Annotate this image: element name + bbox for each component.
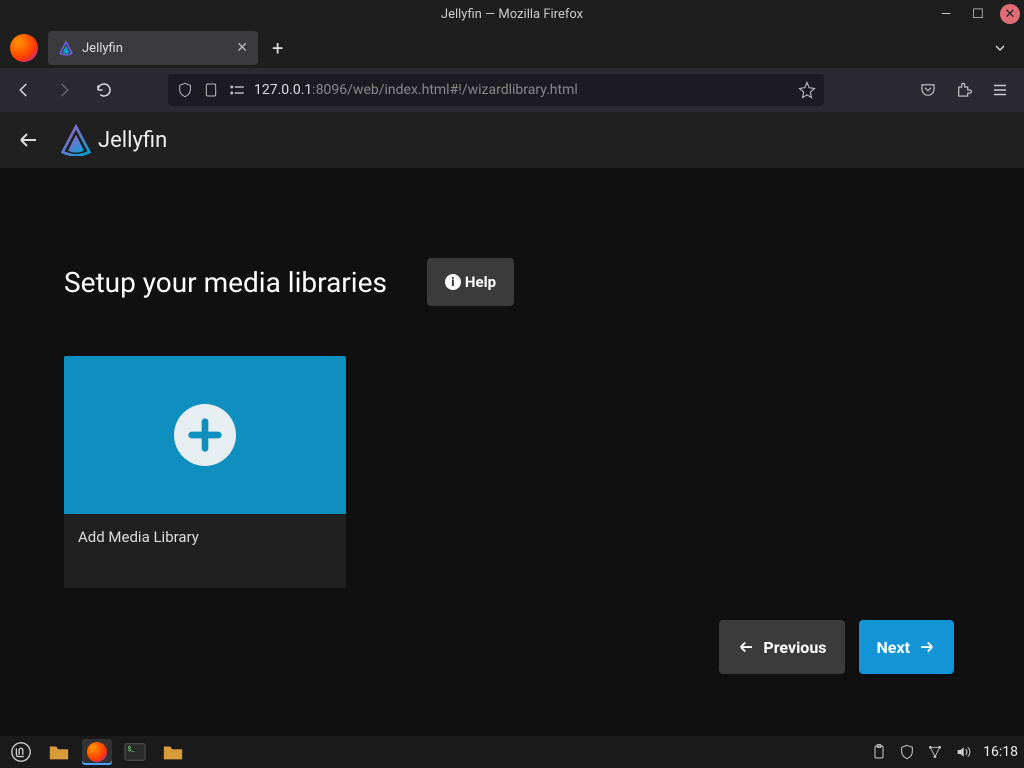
hamburger-icon (991, 81, 1009, 99)
nav-forward-button[interactable] (48, 74, 80, 106)
all-tabs-button[interactable] (992, 40, 1018, 56)
url-host: 127.0.0.1 (254, 82, 312, 98)
card-label: Add Media Library (64, 514, 346, 588)
info-icon: i (445, 274, 461, 290)
app-brand-text: Jellyfin (98, 128, 167, 153)
window-title: Jellyfin — Mozilla Firefox (441, 7, 583, 22)
system-taskbar: $_ 16:18 (0, 736, 1024, 768)
nav-back-button[interactable] (8, 74, 40, 106)
extensions-button[interactable] (948, 74, 980, 106)
previous-label: Previous (763, 638, 826, 657)
app-brand: Jellyfin (60, 124, 167, 156)
window-titlebar: Jellyfin — Mozilla Firefox — ☐ ✕ (0, 0, 1024, 28)
reload-icon (95, 81, 113, 99)
chevron-down-icon (992, 40, 1008, 56)
card-image-area (64, 356, 346, 514)
browser-toolbar: 127.0.0.1:8096/web/index.html#!/wizardli… (0, 68, 1024, 112)
taskbar-filemanager-button[interactable] (158, 739, 188, 765)
url-text: 127.0.0.1:8096/web/index.html#!/wizardli… (254, 82, 790, 98)
pocket-icon (919, 81, 937, 99)
app-back-button[interactable] (12, 128, 44, 152)
nav-reload-button[interactable] (88, 74, 120, 106)
pocket-button[interactable] (912, 74, 944, 106)
add-media-library-card[interactable]: Add Media Library (64, 356, 346, 588)
arrow-left-icon (737, 638, 755, 656)
url-bar[interactable]: 127.0.0.1:8096/web/index.html#!/wizardli… (168, 74, 824, 106)
folder-icon (48, 742, 70, 762)
taskbar-terminal-button[interactable]: $_ (120, 739, 150, 765)
previous-button[interactable]: Previous (719, 620, 844, 674)
next-button[interactable]: Next (859, 620, 954, 674)
browser-tab-strip: Jellyfin ✕ + (0, 28, 1024, 68)
wizard-nav: Previous Next (719, 620, 954, 674)
app-header: Jellyfin (0, 112, 1024, 168)
firefox-icon (87, 742, 107, 762)
page-content: Setup your media libraries i Help Add Me… (0, 168, 1024, 588)
system-clock[interactable]: 16:18 (983, 744, 1018, 760)
start-menu-button[interactable] (6, 739, 36, 765)
bookmark-star-button[interactable] (798, 81, 816, 99)
help-button[interactable]: i Help (427, 258, 514, 306)
next-label: Next (877, 638, 910, 657)
puzzle-icon (955, 81, 973, 99)
tab-close-button[interactable]: ✕ (236, 40, 248, 56)
folder-icon (162, 742, 184, 762)
window-maximize-button[interactable]: ☐ (968, 4, 988, 24)
plus-circle-icon (174, 404, 236, 466)
tab-title: Jellyfin (82, 41, 228, 56)
shield-icon (176, 81, 194, 99)
page-info-icon[interactable] (202, 81, 220, 99)
permissions-icon[interactable] (228, 81, 246, 99)
jellyfin-logo-icon (60, 124, 92, 156)
firefox-logo-icon (10, 34, 38, 62)
taskbar-firefox-button[interactable] (82, 739, 112, 765)
new-tab-button[interactable]: + (258, 36, 297, 60)
terminal-icon: $_ (124, 742, 146, 762)
taskbar-files-button[interactable] (44, 739, 74, 765)
jellyfin-favicon-icon (58, 40, 74, 56)
arrow-right-icon (918, 638, 936, 656)
window-close-button[interactable]: ✕ (1000, 4, 1020, 24)
network-tray-icon[interactable] (927, 744, 943, 760)
mint-logo-icon (10, 741, 32, 763)
svg-text:$_: $_ (128, 745, 135, 753)
arrow-left-icon (16, 128, 40, 152)
arrow-right-icon (55, 81, 73, 99)
security-tray-icon[interactable] (899, 744, 915, 760)
url-path: :8096/web/index.html#!/wizardlibrary.htm… (312, 82, 577, 98)
help-button-label: Help (465, 273, 496, 291)
browser-tab[interactable]: Jellyfin ✕ (48, 31, 258, 65)
arrow-left-icon (15, 81, 33, 99)
volume-tray-icon[interactable] (955, 744, 971, 760)
clipboard-tray-icon[interactable] (871, 744, 887, 760)
page-heading: Setup your media libraries (64, 266, 387, 299)
window-minimize-button[interactable]: — (936, 4, 956, 24)
app-menu-button[interactable] (984, 74, 1016, 106)
